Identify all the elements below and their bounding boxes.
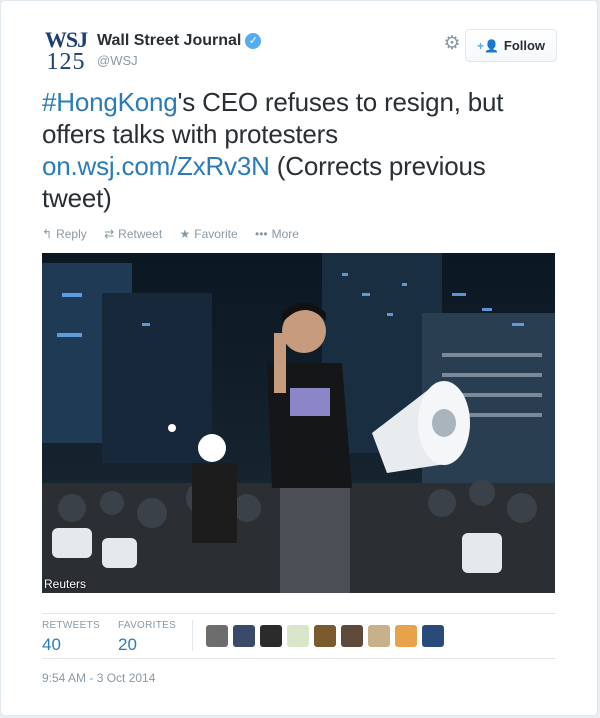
favorites-count: 20 <box>118 635 137 654</box>
logo-line-2: 125 <box>46 49 86 75</box>
retweets-stat[interactable]: RETWEETS 40 <box>42 620 122 655</box>
retweet-label: Retweet <box>118 227 163 241</box>
star-icon: ★ <box>179 227 191 241</box>
tweet-actions: ↰ Reply ⇄ Retweet ★ Favorite ••• More <box>42 227 313 243</box>
verified-badge-icon: ✓ <box>245 33 262 49</box>
tweet-header: WSJ 125 Wall Street Journal ✓ @WSJ ⚙ +👤 Fo… <box>42 29 557 77</box>
favoriter-avatar[interactable] <box>206 625 228 647</box>
favoriter-avatar[interactable] <box>233 625 255 647</box>
more-button[interactable]: ••• More <box>255 227 299 241</box>
favoriter-avatar[interactable] <box>260 625 282 647</box>
tweet-card: WSJ 125 Wall Street Journal ✓ @WSJ ⚙ +👤 Fo… <box>0 0 598 716</box>
stats-separator <box>192 620 193 651</box>
favoriter-avatar[interactable] <box>368 625 390 647</box>
retweets-count: 40 <box>42 635 61 654</box>
favoriter-avatar[interactable] <box>287 625 309 647</box>
retweets-label: RETWEETS <box>42 620 100 631</box>
tweet-timestamp[interactable]: 9:54 AM - 3 Oct 2014 <box>42 671 155 685</box>
account-fullname[interactable]: Wall Street Journal <box>97 32 241 50</box>
favoriter-avatar[interactable] <box>341 625 363 647</box>
reply-label: Reply <box>56 227 87 241</box>
protest-photo-illustration <box>42 253 555 593</box>
photo-credit: Reuters <box>44 577 87 591</box>
favorite-button[interactable]: ★ Favorite <box>180 227 238 241</box>
favorite-label: Favorite <box>194 227 238 241</box>
tweet-photo[interactable]: Reuters <box>42 253 555 593</box>
hashtag-link[interactable]: #HongKong <box>42 87 178 117</box>
favorites-label: FAVORITES <box>118 620 177 631</box>
divider <box>42 613 556 614</box>
reply-icon: ↰ <box>42 227 53 241</box>
more-label: More <box>271 227 299 241</box>
retweet-icon: ⇄ <box>104 227 115 241</box>
person-add-icon: +👤 <box>476 39 499 53</box>
gear-icon[interactable]: ⚙ <box>442 34 462 54</box>
follow-button[interactable]: +👤 Follow <box>465 29 557 62</box>
favoriter-avatar[interactable] <box>314 625 336 647</box>
logo-line-1: WSJ <box>44 27 88 52</box>
favorites-stat[interactable]: FAVORITES 20 <box>118 620 198 655</box>
tweet-text: #HongKong's CEO refuses to resign, but o… <box>42 86 542 214</box>
follow-label: Follow <box>503 38 546 53</box>
account-names: Wall Street Journal ✓ @WSJ <box>97 32 262 68</box>
more-dots-icon: ••• <box>255 227 268 241</box>
reply-button[interactable]: ↰ Reply <box>42 227 87 241</box>
wsj-avatar[interactable]: WSJ 125 <box>42 29 90 77</box>
divider <box>42 658 556 659</box>
url-link[interactable]: on.wsj.com/ZxRv3N <box>42 151 270 181</box>
retweet-button[interactable]: ⇄ Retweet <box>104 227 162 241</box>
account-handle[interactable]: @WSJ <box>97 53 261 68</box>
favoriter-avatar[interactable] <box>422 625 444 647</box>
favoriter-avatar[interactable] <box>395 625 417 647</box>
